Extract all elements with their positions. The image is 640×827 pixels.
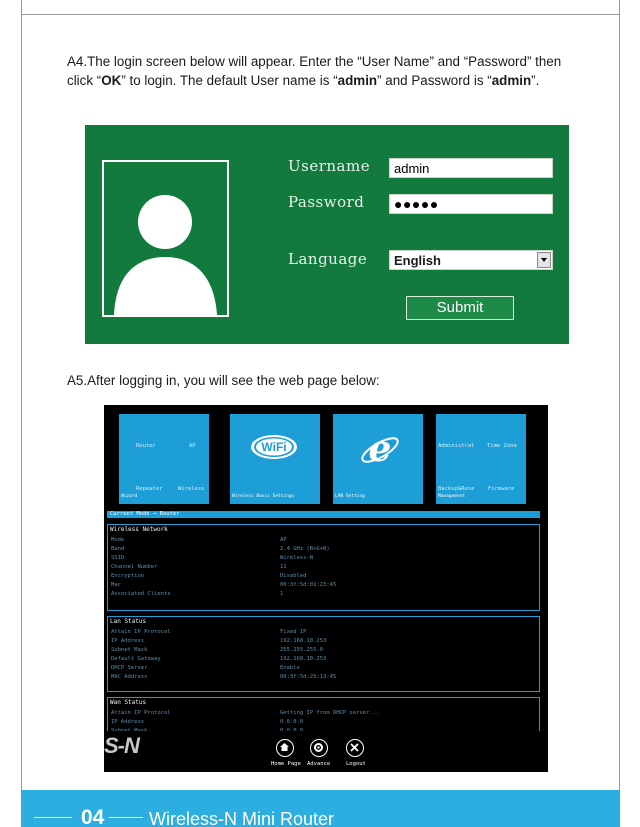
username-label: Username bbox=[288, 157, 371, 175]
home-icon[interactable] bbox=[276, 739, 294, 757]
table-row: Band 2.4 GHz (B+G+N) bbox=[111, 546, 330, 552]
tile-lan-caption: LAN Setting bbox=[335, 494, 365, 499]
gear-icon[interactable] bbox=[310, 739, 328, 757]
table-row: IP Address 0.0.0.0 bbox=[111, 719, 304, 725]
footer-title: Wireless-N Mini Router bbox=[149, 809, 335, 827]
table-row: Associated Clients 1 bbox=[111, 591, 284, 597]
table-row: Encryption Disabled bbox=[111, 573, 307, 579]
avatar-icon bbox=[102, 160, 229, 317]
wireless-network-panel: Wireless Network Mode AP Band 2.4 GHz (B+G… bbox=[107, 524, 540, 611]
page-number: 04 bbox=[81, 806, 105, 827]
table-row: MAC Address 00:3f:5d:25:13:45 bbox=[111, 674, 337, 680]
frame-top-rule bbox=[21, 14, 620, 15]
web-admin-screenshot: Router AP Repeater Wireless Wizard WiFi … bbox=[104, 405, 548, 772]
table-row: IP Address 192.168.10.253 bbox=[111, 638, 327, 644]
default-password: admin bbox=[491, 73, 532, 88]
tile-management-caption: Management bbox=[438, 494, 466, 499]
current-mode-bar: Current Mode → Router bbox=[107, 511, 540, 518]
ok-keyword: OK bbox=[101, 73, 122, 88]
instruction-a5: A5.After logging in, you will see the we… bbox=[67, 373, 380, 388]
wireless-panel-title: Wireless Network bbox=[110, 526, 168, 533]
tile-wireless-label[interactable]: Wireless bbox=[178, 486, 205, 492]
login-screen: Username admin Password ●●●●● Language E… bbox=[85, 125, 569, 344]
brand-logo: S-N bbox=[104, 733, 140, 758]
tile-wireless-basic[interactable]: WiFi bbox=[230, 414, 320, 504]
instruction-a4: A4.The login screen below will appear. E… bbox=[67, 54, 562, 88]
language-select[interactable]: English bbox=[389, 250, 553, 270]
tile-wireless-caption: Wireless Basic Settings bbox=[232, 494, 295, 499]
table-row: DHCP Server Enable bbox=[111, 665, 300, 671]
language-value: English bbox=[394, 253, 441, 268]
table-row: Default Gateway 192.168.10.253 bbox=[111, 656, 327, 662]
wan-panel-title: Wan Status bbox=[110, 699, 147, 706]
tile-wizard-caption: Wizard bbox=[121, 494, 138, 499]
table-row: Mode AP bbox=[111, 537, 287, 543]
footer-rule-right bbox=[109, 817, 143, 818]
tile-admin-label[interactable]: Administrat bbox=[438, 443, 474, 449]
table-row: Channel Number 11 bbox=[111, 564, 287, 570]
tile-lan-setting[interactable]: e bbox=[333, 414, 423, 504]
tile-repeater-label[interactable]: Repeater bbox=[136, 486, 163, 492]
username-input[interactable]: admin bbox=[389, 158, 553, 178]
lan-status-panel: Lan Status Attain IP Protocol Fixed IP IP… bbox=[107, 616, 540, 692]
chevron-down-icon[interactable] bbox=[537, 252, 551, 268]
table-row: SSID Wireless-N bbox=[111, 555, 314, 561]
browser-e-icon: e bbox=[358, 428, 402, 476]
default-username: admin bbox=[337, 73, 378, 88]
tile-firmware-label[interactable]: Firmware bbox=[488, 486, 515, 492]
tile-wizard[interactable]: Router AP Repeater Wireless bbox=[119, 414, 209, 504]
logout-link[interactable]: Logout bbox=[346, 761, 366, 767]
table-row: Attain IP Protocol Fixed IP bbox=[111, 629, 307, 635]
tile-ap-label[interactable]: AP bbox=[189, 443, 196, 449]
table-row: Attain IP Protocol Getting IP from DHCP s… bbox=[111, 710, 380, 716]
tile-timezone-label[interactable]: Time Zone bbox=[487, 443, 517, 449]
wifi-icon: WiFi bbox=[250, 434, 298, 460]
password-label: Password bbox=[288, 193, 365, 211]
table-row: Mac 00:3f:5d:01:23:45 bbox=[111, 582, 337, 588]
tile-backup-label[interactable]: Backup&Rese bbox=[438, 486, 474, 492]
close-icon[interactable] bbox=[346, 739, 364, 757]
password-input[interactable]: ●●●●● bbox=[389, 194, 553, 214]
lan-panel-title: Lan Status bbox=[110, 618, 147, 625]
submit-button[interactable]: Submit bbox=[406, 296, 514, 320]
advance-link[interactable]: Advance bbox=[307, 761, 330, 767]
home-page-link[interactable]: Home Page bbox=[271, 761, 301, 767]
table-row: Subnet Mask 255.255.255.0 bbox=[111, 647, 324, 653]
page-footer: 04 Wireless-N Mini Router bbox=[21, 790, 620, 827]
svg-text:e: e bbox=[369, 428, 392, 470]
language-label: Language bbox=[288, 250, 368, 268]
tile-router-label[interactable]: Router bbox=[136, 443, 156, 449]
footer-rule-left bbox=[34, 817, 72, 818]
tile-management[interactable]: Administrat Time Zone Backup&Rese Firmwa… bbox=[436, 414, 526, 504]
